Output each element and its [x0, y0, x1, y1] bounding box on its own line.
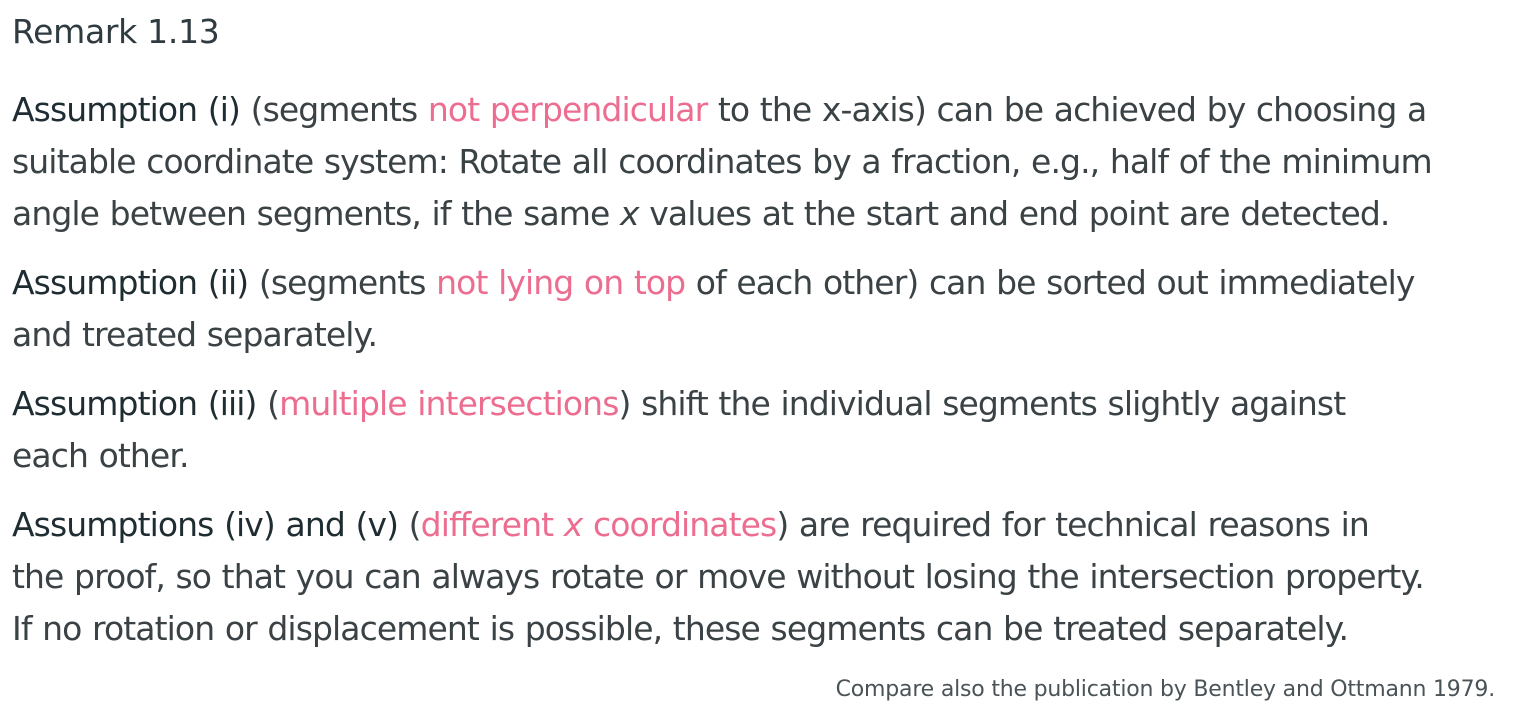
assumption-ii-paragraph: Assumption (ii) (segments not lying on t… — [12, 257, 1507, 361]
paragraph-line: Assumption (ii) (segments not lying on t… — [12, 257, 1507, 309]
remark-page: Remark 1.13 Assumption (i) (segments not… — [12, 0, 1507, 723]
paragraph-text: ) are required for technical reasons in — [776, 505, 1369, 544]
highlight-text: multiple intersections — [279, 384, 619, 423]
assumption-label: Assumption (ii) — [12, 263, 249, 302]
paragraph-text: If no rotation or displacement is possib… — [12, 609, 1349, 648]
paragraph-text: ( — [398, 505, 422, 544]
assumption-label: Assumption (iii) — [12, 384, 257, 423]
assumption-iv-v-paragraph: Assumptions (iv) and (v) (different x co… — [12, 499, 1507, 655]
remark-title: Remark 1.13 — [12, 12, 220, 51]
paragraph-text: each other. — [12, 436, 189, 475]
footnote-citation: Compare also the publication by Bentley … — [835, 677, 1496, 702]
paragraph-line: Assumption (i) (segments not perpendicul… — [12, 84, 1507, 136]
paragraph-line: the proof, so that you can always rotate… — [12, 551, 1507, 603]
paragraph-text: ) shift the individual segments slightly… — [618, 384, 1347, 423]
paragraph-text: the proof, so that you can always rotate… — [12, 557, 1425, 596]
math-variable: x — [563, 505, 584, 544]
paragraph-text: (segments — [248, 263, 437, 302]
paragraph-line: suitable coordinate system: Rotate all c… — [12, 136, 1507, 188]
assumption-label: Assumption (i) — [12, 90, 241, 129]
math-variable: x — [620, 194, 640, 233]
paragraph-line: and treated separately. — [12, 309, 1507, 361]
assumption-i-paragraph: Assumption (i) (segments not perpendicul… — [12, 84, 1507, 240]
paragraph-line: If no rotation or displacement is possib… — [12, 603, 1507, 655]
highlight-text: coordinates — [582, 505, 777, 544]
paragraph-line: Assumption (iii) (multiple intersections… — [12, 378, 1507, 430]
paragraph-text: ( — [256, 384, 280, 423]
assumption-label: Assumptions (iv) and (v) — [12, 505, 399, 544]
highlight-text: different — [420, 505, 564, 544]
assumption-iii-paragraph: Assumption (iii) (multiple intersections… — [12, 378, 1507, 482]
paragraph-text: (segments — [240, 90, 428, 129]
highlight-text: not perpendicular — [427, 90, 708, 129]
highlight-text: not lying on top — [436, 263, 686, 302]
paragraph-text: to the x-axis) can be achieved by choosi… — [707, 90, 1427, 129]
paragraph-text: values at the start and end point are de… — [638, 194, 1390, 233]
paragraph-text: angle between segments, if the same — [12, 194, 621, 233]
paragraph-text: and treated separately. — [12, 315, 378, 354]
paragraph-line: each other. — [12, 430, 1507, 482]
paragraph-text: suitable coordinate system: Rotate all c… — [12, 142, 1433, 181]
paragraph-line: angle between segments, if the same x va… — [12, 188, 1507, 240]
paragraph-text: of each other) can be sorted out immedia… — [685, 263, 1416, 302]
paragraph-line: Assumptions (iv) and (v) (different x co… — [12, 499, 1507, 551]
